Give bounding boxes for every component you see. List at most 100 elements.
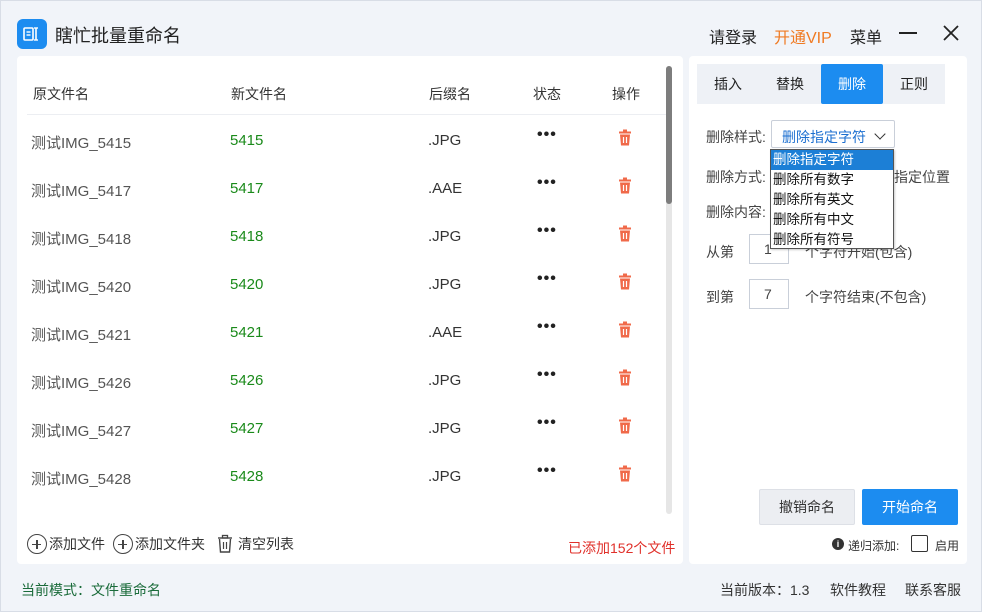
- options-panel: 插入 替换 删除 正则 删除样式: 删除指定字符 删除方式: 指定位置 删除内容…: [689, 56, 967, 564]
- contact-service-link[interactable]: 联系客服: [905, 580, 961, 600]
- minimize-icon[interactable]: [899, 32, 917, 34]
- more-options-icon[interactable]: •••: [537, 126, 557, 144]
- orig-name: 测试IMG_5426: [31, 375, 132, 392]
- add-circle-icon: [113, 534, 133, 554]
- app-title: 瞎忙批量重命名: [55, 26, 181, 46]
- login-link[interactable]: 请登录: [709, 24, 757, 48]
- header-action: 操作: [612, 86, 640, 102]
- app-window: 瞎忙批量重命名 请登录 开通VIP 菜单 原文件名 新文件名 后缀名 状态 操作…: [0, 0, 982, 612]
- tutorial-link[interactable]: 软件教程: [830, 580, 886, 600]
- trash-icon[interactable]: [617, 321, 633, 339]
- dropdown-option[interactable]: 删除指定字符: [771, 150, 893, 170]
- table-row[interactable]: 测试IMG_5417 5417 .AAE •••: [17, 164, 667, 212]
- to-tail-text: 个字符结束(不包含): [805, 289, 927, 305]
- table-row[interactable]: 测试IMG_5418 5418 .JPG •••: [17, 212, 667, 260]
- enable-label: 启用: [935, 539, 960, 553]
- orig-name: 测试IMG_5415: [31, 135, 132, 152]
- app-logo-icon: [17, 19, 47, 49]
- orig-name: 测试IMG_5427: [31, 423, 132, 440]
- table-row[interactable]: 测试IMG_5428 5428 .JPG •••: [17, 452, 667, 500]
- tab-insert[interactable]: 插入: [697, 64, 759, 104]
- dropdown-option[interactable]: 删除所有数字: [771, 170, 893, 190]
- to-position-input[interactable]: 7: [749, 279, 789, 309]
- delete-content-label: 删除内容:: [706, 204, 766, 220]
- recursive-checkbox[interactable]: [911, 535, 928, 552]
- menu-button[interactable]: 菜单: [850, 24, 882, 48]
- added-count-text: 已添加152个文件: [568, 540, 676, 556]
- table-row[interactable]: 测试IMG_5421 5421 .AAE •••: [17, 308, 667, 356]
- trash-icon[interactable]: [617, 417, 633, 435]
- delete-style-label: 删除样式:: [706, 129, 766, 145]
- version-text: 当前版本：1.3: [720, 582, 810, 598]
- scrollbar-thumb[interactable]: [666, 66, 672, 204]
- more-options-icon[interactable]: •••: [537, 366, 557, 384]
- tab-delete[interactable]: 删除: [821, 64, 883, 104]
- dropdown-option[interactable]: 删除所有符号: [771, 230, 893, 250]
- delete-method-label: 删除方式:: [706, 169, 766, 185]
- header-orig-name: 原文件名: [33, 86, 89, 102]
- more-options-icon[interactable]: •••: [537, 222, 557, 240]
- extension: .JPG: [428, 228, 462, 245]
- header-extension: 后缀名: [429, 86, 471, 102]
- close-icon[interactable]: [941, 23, 961, 43]
- extension: .AAE: [428, 180, 463, 197]
- list-scrollbar[interactable]: [666, 66, 672, 514]
- table-row[interactable]: 测试IMG_5427 5427 .JPG •••: [17, 404, 667, 452]
- header-status: 状态: [533, 86, 561, 102]
- header-divider: [27, 114, 667, 115]
- orig-name: 测试IMG_5428: [31, 471, 132, 488]
- new-name: 5428: [230, 468, 264, 485]
- new-name: 5420: [230, 276, 264, 293]
- delete-method-value[interactable]: 指定位置: [894, 167, 950, 187]
- dropdown-option[interactable]: 删除所有中文: [771, 210, 893, 230]
- header-new-name: 新文件名: [231, 86, 287, 102]
- extension: .JPG: [428, 132, 462, 149]
- undo-rename-button[interactable]: 撤销命名: [759, 489, 855, 525]
- new-name: 5418: [230, 228, 264, 245]
- trash-icon[interactable]: [617, 129, 633, 147]
- from-label: 从第: [706, 244, 734, 260]
- more-options-icon[interactable]: •••: [537, 414, 557, 432]
- extension: .JPG: [428, 420, 462, 437]
- trash-icon[interactable]: [617, 369, 633, 387]
- option-tabs: 插入 替换 删除 正则: [697, 64, 945, 104]
- more-options-icon[interactable]: •••: [537, 174, 557, 192]
- clear-list-label: 清空列表: [238, 536, 294, 552]
- orig-name: 测试IMG_5417: [31, 183, 132, 200]
- recursive-add-label: 递归添加:: [848, 539, 900, 553]
- extension: .JPG: [428, 276, 462, 293]
- tab-regex[interactable]: 正则: [883, 64, 945, 104]
- add-folder-label: 添加文件夹: [135, 536, 205, 552]
- title-bar: 瞎忙批量重命名 请登录 开通VIP 菜单: [1, 1, 981, 57]
- tab-replace[interactable]: 替换: [759, 64, 821, 104]
- extension: .AAE: [428, 324, 463, 341]
- clear-list-button[interactable]: 清空列表: [216, 534, 294, 554]
- start-rename-button[interactable]: 开始命名: [862, 489, 958, 525]
- more-options-icon[interactable]: •••: [537, 462, 557, 480]
- orig-name: 测试IMG_5418: [31, 231, 132, 248]
- orig-name: 测试IMG_5420: [31, 279, 132, 296]
- add-file-label: 添加文件: [49, 536, 105, 552]
- new-name: 5426: [230, 372, 264, 389]
- delete-style-dropdown: 删除指定字符 删除所有数字 删除所有英文 删除所有中文 删除所有符号: [770, 149, 894, 249]
- delete-style-value: 删除指定字符: [782, 129, 866, 145]
- table-row[interactable]: 测试IMG_5415 5415 .JPG •••: [17, 116, 667, 164]
- table-row[interactable]: 测试IMG_5420 5420 .JPG •••: [17, 260, 667, 308]
- trash-icon[interactable]: [617, 225, 633, 243]
- table-row[interactable]: 测试IMG_5426 5426 .JPG •••: [17, 356, 667, 404]
- delete-style-select[interactable]: 删除指定字符: [771, 120, 895, 148]
- chevron-down-icon: [874, 128, 886, 140]
- current-mode-text: 当前模式：文件重命名: [21, 582, 161, 598]
- more-options-icon[interactable]: •••: [537, 318, 557, 336]
- extension: .JPG: [428, 468, 462, 485]
- more-options-icon[interactable]: •••: [537, 270, 557, 288]
- add-folder-button[interactable]: 添加文件夹: [113, 534, 205, 554]
- trash-outline-icon: [216, 534, 234, 554]
- trash-icon[interactable]: [617, 273, 633, 291]
- dropdown-option[interactable]: 删除所有英文: [771, 190, 893, 210]
- add-file-button[interactable]: 添加文件: [27, 534, 105, 554]
- trash-icon[interactable]: [617, 465, 633, 483]
- vip-link[interactable]: 开通VIP: [774, 24, 832, 48]
- trash-icon[interactable]: [617, 177, 633, 195]
- extension: .JPG: [428, 372, 462, 389]
